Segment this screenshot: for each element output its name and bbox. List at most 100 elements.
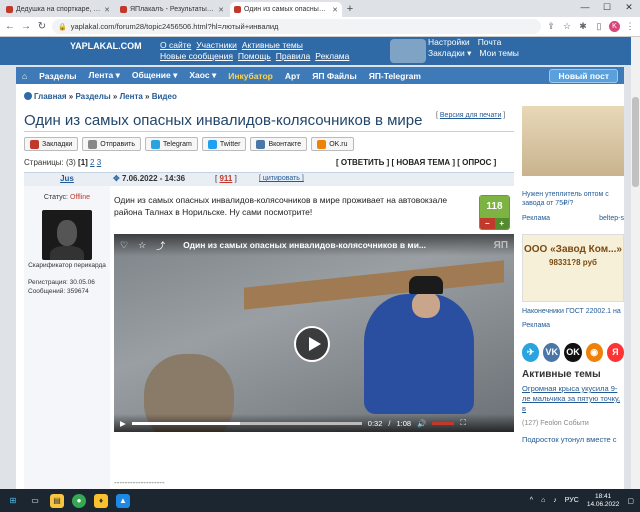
minimize-icon[interactable]: — [574, 0, 596, 17]
header-link-rules[interactable]: Правила [276, 51, 311, 61]
pagination-page-3[interactable]: 3 [97, 158, 101, 167]
reload-icon[interactable]: ↻ [36, 21, 48, 32]
header-link-members[interactable]: Участники [196, 40, 237, 50]
close-tab-icon[interactable]: ✕ [104, 6, 110, 14]
task-view-icon[interactable]: ▭ [28, 494, 42, 508]
close-tab-icon[interactable]: ✕ [332, 6, 338, 14]
back-icon[interactable]: ← [4, 21, 16, 32]
close-window-icon[interactable]: ✕ [618, 0, 640, 17]
fullscreen-icon[interactable]: ⛶ [460, 418, 465, 428]
sidepanel-icon[interactable]: ▯ [593, 21, 605, 32]
header-link-settings[interactable]: Настройки [428, 37, 470, 47]
clock[interactable]: 18:41 14.06.2022 [587, 493, 620, 509]
header-link-active[interactable]: Активные темы [242, 40, 303, 50]
menu-telegram[interactable]: ЯП-Telegram [363, 71, 427, 81]
ad-text[interactable]: Нужен утеплитель оптом с завода от 75₽/? [522, 190, 624, 208]
vk-icon[interactable]: VK [543, 343, 561, 362]
share-page-icon[interactable]: ⇪ [545, 21, 557, 32]
rating-minus-button[interactable]: − [480, 218, 495, 229]
tray-expand-icon[interactable]: ^ [530, 497, 533, 504]
yandex-icon[interactable]: Я [606, 343, 624, 362]
share-ok-button[interactable]: OK.ru [311, 137, 354, 151]
breadcrumb-main[interactable]: Главная [34, 92, 67, 101]
ad-image-insulation[interactable] [522, 106, 624, 176]
windows-start-icon[interactable]: ⊞ [6, 494, 20, 508]
scrollbar[interactable] [631, 37, 640, 489]
header-link-my-topics[interactable]: Мои темы [479, 48, 519, 58]
video-player[interactable]: ♡ ☆ ⤴ Один из самых опасных инвалидов-ко… [114, 234, 514, 432]
favorite-star-icon[interactable]: ☆ [138, 240, 146, 251]
post-link-icon[interactable]: ✥ [113, 174, 120, 183]
menu-chaos[interactable]: Хаос ▾ [183, 70, 222, 81]
pagination-page-2[interactable]: 2 [90, 158, 94, 167]
new-post-button[interactable]: Новый пост [549, 68, 618, 83]
volume-slider[interactable] [432, 421, 455, 425]
menu-files[interactable]: ЯП Файлы [306, 71, 362, 81]
close-tab-icon[interactable]: ✕ [218, 6, 224, 14]
play-small-icon[interactable]: ▶ [120, 419, 126, 428]
app-icon-blue[interactable]: ▲ [116, 493, 130, 508]
menu-incubator[interactable]: Инкубатор [222, 71, 279, 81]
menu-art[interactable]: Арт [279, 71, 306, 81]
notifications-icon[interactable]: ▢ [627, 497, 634, 505]
like-heart-icon[interactable]: ♡ [120, 240, 128, 251]
ad-text-2[interactable]: Наконечники ГОСТ 22002.1 на [522, 308, 624, 315]
share-bookmarks-button[interactable]: Закладки [24, 137, 79, 151]
browser-tab-2[interactable]: ЯПлакалъ - Результаты поиска✕ [116, 2, 228, 17]
rating-plus-button[interactable]: + [494, 218, 509, 229]
browser-tab-3[interactable]: Один из самых опасных инвал✕ [230, 2, 342, 17]
breadcrumb-video[interactable]: Видео [152, 92, 177, 101]
header-link-help[interactable]: Помощь [238, 51, 271, 61]
language-indicator[interactable]: РУС [565, 497, 579, 504]
share-twitter-button[interactable]: Twitter [201, 137, 247, 151]
play-button[interactable] [294, 326, 330, 362]
url-field[interactable]: 🔒 yaplakal.com/forum28/topic2456506.html… [52, 19, 541, 34]
bookmark-star-icon[interactable]: ☆ [561, 21, 573, 32]
volume-tray-icon[interactable]: ♪ [553, 497, 557, 504]
header-link-mail[interactable]: Почта [478, 37, 502, 47]
new-tab-button[interactable]: + [342, 2, 358, 17]
ad-banner-factory[interactable]: ООО «Завод Ком...» 98331?8 руб [522, 234, 624, 302]
telegram-icon[interactable]: ✈ [522, 343, 540, 362]
site-logo[interactable]: YAPLAKAL.COM [70, 41, 142, 51]
extensions-icon[interactable]: ✱ [577, 21, 589, 32]
active-topic-link-2[interactable]: Подросток утонул вместе с [522, 435, 624, 444]
file-explorer-icon[interactable]: ▤ [50, 493, 64, 508]
header-link-bookmarks[interactable]: Закладки ▾ [428, 48, 471, 58]
share-vk-button[interactable]: Вконтакте [250, 137, 308, 151]
topic-actions[interactable]: [ ОТВЕТИТЬ ] [ НОВАЯ ТЕМА ] [ ОПРОС ] [336, 158, 496, 167]
header-link-new[interactable]: Новые сообщения [160, 51, 233, 61]
avatar[interactable] [42, 210, 92, 260]
active-topic-link[interactable]: Огромная крыса укусила 9-ле мальчика за … [522, 384, 624, 414]
network-icon[interactable]: ⌂ [541, 497, 545, 504]
post-number-link[interactable]: 911 [219, 174, 232, 183]
breadcrumb-sections[interactable]: Разделы [75, 92, 110, 101]
browser-tab-1[interactable]: Дедушка на спорткаре, пытаю✕ [2, 2, 114, 17]
post-author[interactable]: Jus [24, 172, 110, 186]
forward-icon[interactable]: → [20, 21, 32, 32]
header-link-about[interactable]: О сайте [160, 40, 191, 50]
video-progress[interactable] [131, 421, 362, 425]
share-telegram-button[interactable]: Telegram [145, 137, 198, 151]
profile-avatar[interactable]: K [609, 21, 620, 32]
scrollbar-thumb[interactable] [632, 97, 639, 187]
ad-domain[interactable]: belteр-s [599, 215, 624, 222]
menu-talk[interactable]: Общение ▾ [126, 70, 183, 81]
odnoklassniki-icon[interactable]: ◉ [585, 343, 603, 362]
print-version-link[interactable]: Версия для печати [440, 112, 501, 119]
header-link-ads[interactable]: Реклама [315, 51, 349, 61]
maximize-icon[interactable]: ☐ [596, 0, 618, 17]
menu-sections[interactable]: Разделы [33, 71, 82, 81]
volume-icon[interactable]: 🔊 [417, 419, 426, 428]
ok-icon[interactable]: OK [564, 343, 582, 362]
home-icon[interactable]: ⌂ [16, 71, 33, 81]
app-icon-yellow[interactable]: ♦ [94, 493, 108, 508]
share-icon[interactable]: ⤴ [156, 239, 165, 252]
video-scene-cap [409, 276, 443, 294]
chrome-icon[interactable]: ● [72, 493, 86, 508]
breadcrumb-feed[interactable]: Лента [120, 92, 143, 101]
menu-dots-icon[interactable]: ⋮ [624, 21, 636, 32]
cite-button[interactable]: [ цитировать ] [259, 172, 304, 186]
share-send-button[interactable]: Отправить [82, 137, 142, 151]
menu-feed[interactable]: Лента ▾ [83, 70, 126, 81]
